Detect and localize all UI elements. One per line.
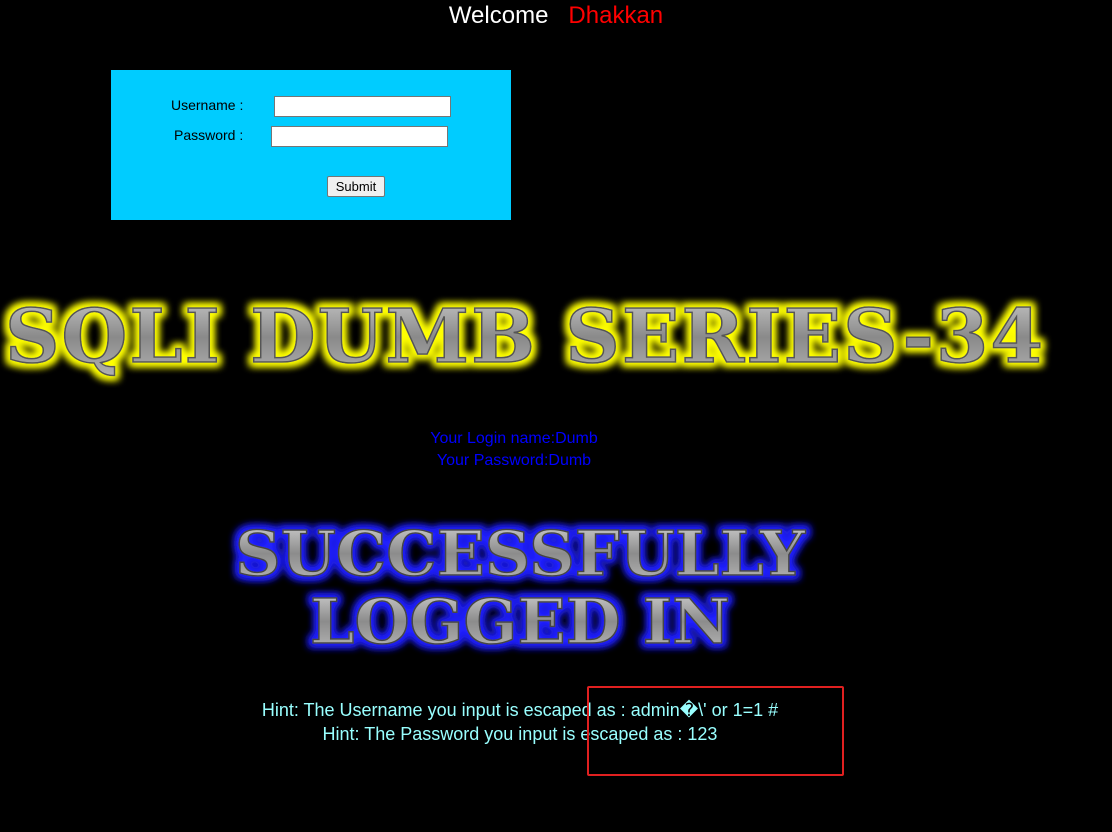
welcome-username: Dhakkan	[568, 2, 664, 29]
highlight-box	[587, 686, 844, 776]
username-label: Username :	[171, 97, 244, 113]
login-form: Username : Password : Submit	[111, 70, 511, 220]
hint-password: Hint: The Password you input is escaped …	[322, 724, 718, 744]
login-password-text: Your Password:Dumb	[436, 452, 592, 469]
success-line2: LOGGED IN	[310, 585, 730, 658]
series-banner: SQLI DUMB SERIES-34	[4, 293, 1045, 381]
welcome-label: Welcome	[448, 2, 549, 29]
login-info: Your Login name:Dumb Your Password:Dumb	[0, 428, 1028, 472]
hints: Hint: The Username you input is escaped …	[0, 698, 1040, 746]
login-name-text: Your Login name:Dumb	[430, 430, 598, 447]
password-input[interactable]	[271, 126, 448, 147]
hint-username: Hint: The Username you input is escaped …	[261, 700, 779, 720]
banner-title: SQLI DUMB SERIES-34	[5, 294, 1045, 380]
username-input[interactable]	[274, 96, 451, 117]
password-label: Password :	[174, 127, 244, 143]
success-line1: SUCCESSFULLY	[235, 517, 806, 590]
success-banner: SUCCESSFULLY LOGGED IN	[234, 516, 806, 659]
submit-button[interactable]: Submit	[327, 176, 385, 197]
welcome-header: Welcome Dhakkan	[0, 2, 1112, 30]
page: Welcome Dhakkan Username : Password : Sub…	[0, 0, 1112, 832]
